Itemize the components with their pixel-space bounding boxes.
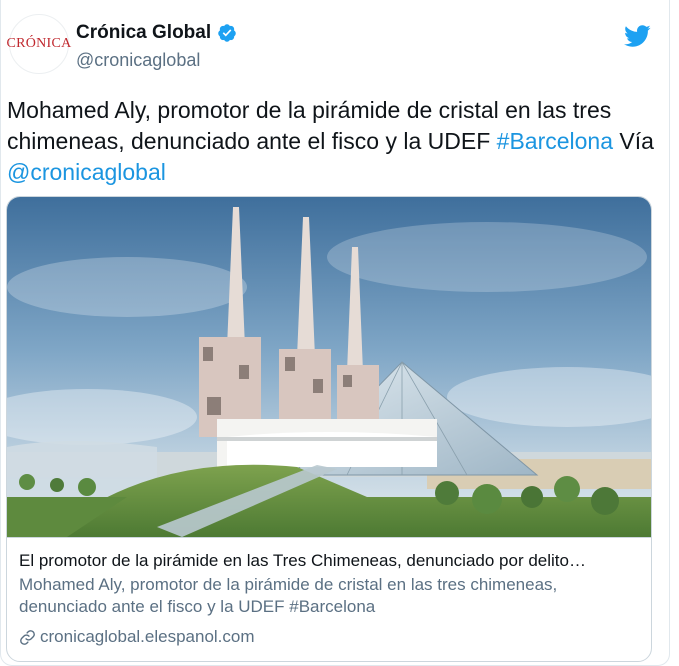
avatar[interactable]: CRÓNICA [6,14,72,74]
card-domain[interactable]: cronicaglobal.elespanol.com [19,626,639,648]
hashtag-link[interactable]: #Barcelona [497,128,613,154]
author-block[interactable]: Crónica Global @cronicaglobal [76,22,237,71]
tweet-text: Mohamed Aly, promotor de la pirámide de … [7,95,657,188]
twitter-bird-icon[interactable] [621,22,653,50]
avatar-logo-text: CRÓNICA [6,36,72,51]
author-display-name[interactable]: Crónica Global [76,22,237,44]
verified-badge-icon [218,24,236,42]
card-domain-text: cronicaglobal.elespanol.com [40,627,255,646]
card-title[interactable]: El promotor de la pirámide en las Tres C… [19,550,639,572]
tweet-header: CRÓNICA Crónica Global @cronicaglobal [6,14,669,78]
card-body[interactable]: El promotor de la pirámide en las Tres C… [7,537,651,661]
mention-link[interactable]: @cronicaglobal [7,159,166,185]
card-image[interactable] [7,197,651,537]
author-name-text: Crónica Global [76,22,212,43]
tweet-embed: CRÓNICA Crónica Global @cronicaglobal Mo… [0,0,670,666]
card-description: Mohamed Aly, promotor de la pirámide de … [19,575,558,616]
via-text: Vía [613,128,654,154]
link-card[interactable]: El promotor de la pirámide en las Tres C… [6,196,652,662]
link-icon [20,629,35,645]
author-handle[interactable]: @cronicaglobal [76,50,237,71]
